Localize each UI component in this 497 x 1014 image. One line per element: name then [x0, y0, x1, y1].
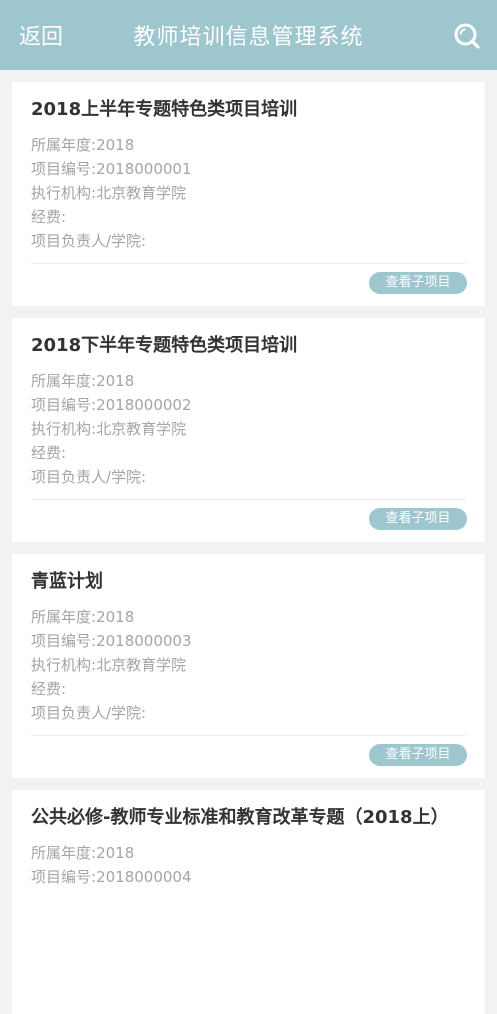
project-fee: 经费: — [31, 205, 192, 229]
year-value: 2018 — [96, 844, 135, 862]
search-icon[interactable] — [453, 22, 481, 50]
org-value: 北京教育学院 — [96, 420, 187, 438]
year-value: 2018 — [96, 372, 135, 390]
project-card: 公共必修-教师专业标准和教育改革专题（2018上） 所属年度:2018 项目编号… — [12, 790, 485, 1014]
project-org: 执行机构:北京教育学院 — [31, 417, 192, 441]
view-subprojects-button[interactable]: 查看子项目 — [369, 508, 467, 530]
project-fee: 经费: — [31, 677, 192, 701]
project-card: 青蓝计划 所属年度:2018 项目编号:2018000003 执行机构:北京教育… — [12, 554, 485, 778]
project-card: 2018下半年专题特色类项目培训 所属年度:2018 项目编号:20180000… — [12, 318, 485, 542]
divider — [31, 263, 466, 264]
project-title: 青蓝计划 — [31, 571, 103, 592]
year-label: 所属年度: — [31, 844, 97, 862]
page-title: 教师培训信息管理系统 — [133, 25, 364, 50]
year-label: 所属年度: — [31, 136, 97, 154]
code-value: 2018000002 — [96, 396, 192, 414]
divider — [31, 499, 466, 500]
project-title: 2018上半年专题特色类项目培训 — [31, 99, 298, 120]
project-title: 2018下半年专题特色类项目培训 — [31, 335, 298, 356]
org-label: 执行机构: — [31, 656, 97, 674]
project-code: 项目编号:2018000001 — [31, 157, 192, 181]
project-leader: 项目负责人/学院: — [31, 465, 192, 489]
fee-label: 经费: — [31, 680, 67, 698]
code-label: 项目编号: — [31, 632, 97, 650]
project-info: 所属年度:2018 项目编号:2018000001 执行机构:北京教育学院 经费… — [31, 133, 192, 253]
code-value: 2018000004 — [96, 868, 192, 886]
leader-label: 项目负责人/学院: — [31, 468, 147, 486]
project-card: 2018上半年专题特色类项目培训 所属年度:2018 项目编号:20180000… — [12, 82, 485, 306]
org-value: 北京教育学院 — [96, 184, 187, 202]
divider — [31, 735, 466, 736]
project-code: 项目编号:2018000004 — [31, 865, 192, 889]
project-year: 所属年度:2018 — [31, 133, 192, 157]
leader-label: 项目负责人/学院: — [31, 704, 147, 722]
view-subprojects-button[interactable]: 查看子项目 — [369, 272, 467, 294]
top-bar: 返回 教师培训信息管理系统 — [0, 0, 497, 70]
fee-label: 经费: — [31, 208, 67, 226]
project-info: 所属年度:2018 项目编号:2018000003 执行机构:北京教育学院 经费… — [31, 605, 192, 725]
code-value: 2018000003 — [96, 632, 192, 650]
project-leader: 项目负责人/学院: — [31, 701, 192, 725]
back-button[interactable]: 返回 — [19, 0, 63, 70]
project-fee: 经费: — [31, 441, 192, 465]
project-code: 项目编号:2018000002 — [31, 393, 192, 417]
org-label: 执行机构: — [31, 420, 97, 438]
year-label: 所属年度: — [31, 608, 97, 626]
year-label: 所属年度: — [31, 372, 97, 390]
project-title: 公共必修-教师专业标准和教育改革专题（2018上） — [31, 807, 449, 828]
year-value: 2018 — [96, 608, 135, 626]
fee-label: 经费: — [31, 444, 67, 462]
project-info: 所属年度:2018 项目编号:2018000004 — [31, 841, 192, 889]
view-subprojects-button[interactable]: 查看子项目 — [369, 744, 467, 766]
code-label: 项目编号: — [31, 160, 97, 178]
project-org: 执行机构:北京教育学院 — [31, 653, 192, 677]
year-value: 2018 — [96, 136, 135, 154]
project-year: 所属年度:2018 — [31, 369, 192, 393]
code-label: 项目编号: — [31, 396, 97, 414]
project-org: 执行机构:北京教育学院 — [31, 181, 192, 205]
project-year: 所属年度:2018 — [31, 841, 192, 865]
project-leader: 项目负责人/学院: — [31, 229, 192, 253]
org-label: 执行机构: — [31, 184, 97, 202]
project-year: 所属年度:2018 — [31, 605, 192, 629]
leader-label: 项目负责人/学院: — [31, 232, 147, 250]
code-label: 项目编号: — [31, 868, 97, 886]
org-value: 北京教育学院 — [96, 656, 187, 674]
project-info: 所属年度:2018 项目编号:2018000002 执行机构:北京教育学院 经费… — [31, 369, 192, 489]
project-code: 项目编号:2018000003 — [31, 629, 192, 653]
code-value: 2018000001 — [96, 160, 192, 178]
